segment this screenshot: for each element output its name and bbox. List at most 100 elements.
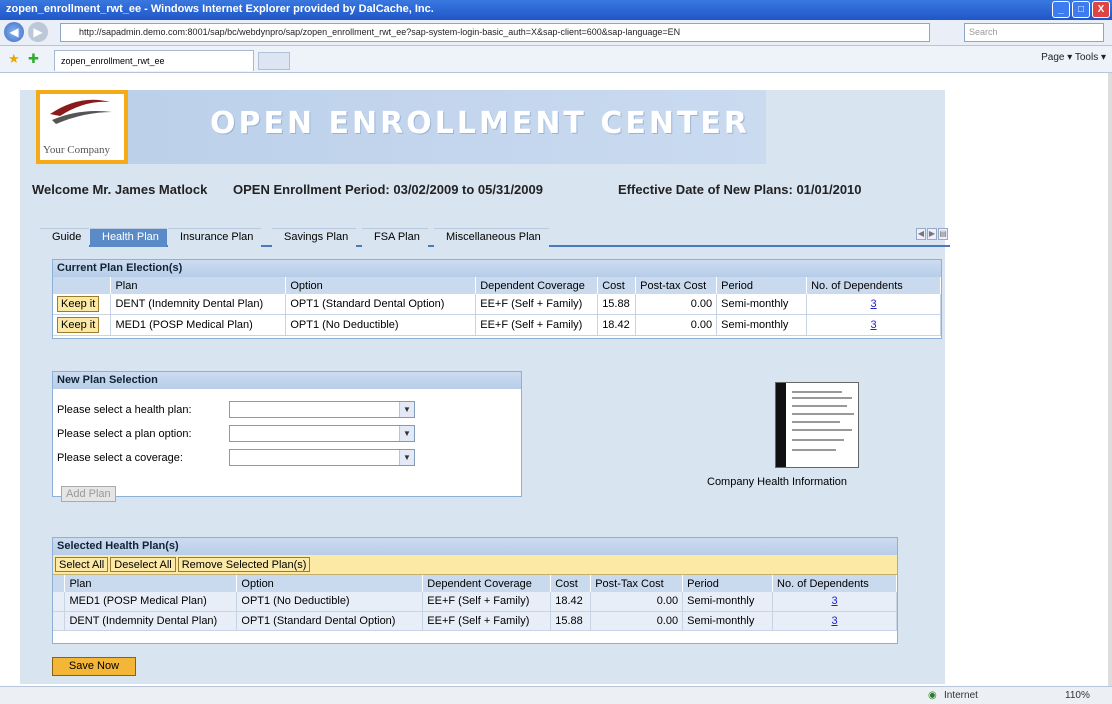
save-now-button[interactable]: Save Now — [52, 657, 136, 676]
cost-cell: 18.42 — [597, 314, 637, 336]
health-plan-dropdown[interactable]: ▼ — [229, 401, 415, 418]
select-all-button[interactable]: Select All — [55, 557, 109, 572]
coverage-cell: EE+F (Self + Family) — [422, 592, 552, 612]
table-row[interactable]: MED1 (POSP Medical Plan) OPT1 (No Deduct… — [53, 592, 897, 612]
option-cell: OPT1 (No Deductible) — [285, 314, 477, 336]
banner: OPEN ENROLLMENT CENTER — [128, 90, 766, 164]
dependents-link[interactable]: 3 — [806, 314, 941, 336]
row-selector[interactable] — [53, 592, 66, 612]
plan-cell: MED1 (POSP Medical Plan) — [110, 314, 287, 336]
vertical-scrollbar[interactable] — [1108, 73, 1112, 686]
col-dependent-coverage: Dependent Coverage — [475, 277, 599, 294]
current-plan-panel: Current Plan Election(s) Plan Option Dep… — [52, 259, 942, 339]
keep-it-button[interactable]: Keep it — [57, 296, 100, 312]
option-cell: OPT1 (Standard Dental Option) — [236, 611, 424, 631]
chevron-down-icon[interactable]: ▼ — [399, 426, 414, 441]
tab-insurance-plan[interactable]: Insurance Plan — [168, 228, 262, 247]
table-row: Keep it MED1 (POSP Medical Plan) OPT1 (N… — [53, 314, 941, 336]
dependents-link[interactable]: 3 — [806, 294, 941, 315]
deselect-all-button[interactable]: Deselect All — [110, 557, 176, 572]
selected-plans-title: Selected Health Plan(s) — [53, 538, 897, 555]
selected-plans-table: Plan Option Dependent Coverage Cost Post… — [53, 575, 897, 631]
col-option: Option — [285, 277, 477, 294]
effective-date: Effective Date of New Plans: 01/01/2010 — [618, 182, 862, 197]
table-row[interactable]: DENT (Indemnity Dental Plan) OPT1 (Stand… — [53, 611, 897, 631]
welcome-text: Welcome Mr. James Matlock — [32, 182, 208, 197]
plan-cell: MED1 (POSP Medical Plan) — [64, 592, 238, 612]
remove-selected-button[interactable]: Remove Selected Plan(s) — [177, 557, 311, 572]
forward-icon[interactable]: ▶ — [28, 22, 48, 42]
url-input[interactable]: http://sapadmin.demo.com:8001/sap/bc/web… — [60, 23, 930, 42]
current-plan-table: Plan Option Dependent Coverage Cost Post… — [53, 277, 941, 336]
browser-tab[interactable]: zopen_enrollment_rwt_ee — [54, 50, 254, 71]
coverage-dropdown[interactable]: ▼ — [229, 449, 415, 466]
browser-tabbar: ★ ✚ zopen_enrollment_rwt_ee Page ▾ Tools… — [0, 46, 1112, 73]
plan-option-dropdown[interactable]: ▼ — [229, 425, 415, 442]
coverage-cell: EE+F (Self + Family) — [422, 611, 552, 631]
company-health-document-icon[interactable] — [775, 382, 859, 468]
maximize-button[interactable]: □ — [1072, 1, 1090, 18]
zone-label: Internet — [944, 690, 978, 701]
back-icon[interactable]: ◀ — [4, 22, 24, 42]
tab-list-icon[interactable]: ▤ — [938, 228, 948, 240]
command-bar[interactable]: Page ▾ Tools ▾ — [1041, 52, 1106, 63]
favorites-star-icon[interactable]: ★ — [8, 51, 20, 67]
window-title: zopen_enrollment_rwt_ee - Windows Intern… — [6, 3, 434, 15]
period-cell: Semi-monthly — [682, 592, 774, 612]
company-logo: Your Company — [36, 90, 128, 164]
col-post-tax-cost: Post-tax Cost — [635, 277, 718, 294]
chevron-down-icon[interactable]: ▼ — [399, 450, 414, 465]
minimize-button[interactable]: _ — [1052, 1, 1070, 18]
selection-toolbar: Select All Deselect All Remove Selected … — [53, 555, 897, 575]
post-tax-cell: 0.00 — [635, 314, 718, 336]
plan-cell: DENT (Indemnity Dental Plan) — [110, 294, 287, 315]
period-cell: Semi-monthly — [716, 314, 808, 336]
col-period: Period — [682, 575, 774, 592]
banner-title: OPEN ENROLLMENT CENTER — [210, 106, 751, 141]
option-cell: OPT1 (Standard Dental Option) — [285, 294, 477, 315]
coverage-cell: EE+F (Self + Family) — [475, 294, 599, 315]
add-plan-button[interactable]: Add Plan — [61, 486, 116, 502]
col-plan: Plan — [64, 575, 238, 592]
tab-savings-plan[interactable]: Savings Plan — [272, 228, 357, 247]
col-cost: Cost — [550, 575, 592, 592]
tab-guide[interactable]: Guide — [40, 228, 90, 247]
new-plan-panel: New Plan Selection Please select a healt… — [52, 371, 522, 502]
enrollment-period: OPEN Enrollment Period: 03/02/2009 to 05… — [233, 182, 543, 197]
new-plan-title: New Plan Selection — [53, 372, 521, 389]
selected-plans-panel: Selected Health Plan(s) Select All Desel… — [52, 537, 898, 644]
zoom-level[interactable]: 110% — [1065, 690, 1090, 701]
coverage-label: Please select a coverage: — [57, 452, 183, 464]
health-plan-label: Please select a health plan: — [57, 404, 192, 416]
option-cell: OPT1 (No Deductible) — [236, 592, 424, 612]
address-bar: ◀ ▶ http://sapadmin.demo.com:8001/sap/bc… — [0, 20, 1112, 46]
plan-tabstrip: Guide Health Plan Insurance Plan Savings… — [40, 225, 950, 247]
post-tax-cell: 0.00 — [590, 611, 684, 631]
row-selector[interactable] — [53, 611, 66, 631]
col-dependents: No. of Dependents — [806, 277, 941, 294]
tab-miscellaneous-plan[interactable]: Miscellaneous Plan — [434, 228, 549, 247]
tab-health-plan[interactable]: Health Plan — [90, 228, 167, 247]
plan-cell: DENT (Indemnity Dental Plan) — [64, 611, 238, 631]
dependents-link[interactable]: 3 — [772, 611, 897, 631]
col-option: Option — [236, 575, 424, 592]
coverage-cell: EE+F (Self + Family) — [475, 314, 599, 336]
col-cost: Cost — [597, 277, 637, 294]
close-button[interactable]: X — [1092, 1, 1110, 18]
current-plan-title: Current Plan Election(s) — [53, 260, 941, 277]
col-dependents: No. of Dependents — [772, 575, 897, 592]
add-favorites-icon[interactable]: ✚ — [28, 51, 39, 67]
scroll-right-icon[interactable]: ▶ — [927, 228, 937, 240]
chevron-down-icon[interactable]: ▼ — [399, 402, 414, 417]
keep-it-button[interactable]: Keep it — [57, 317, 100, 333]
cost-cell: 15.88 — [597, 294, 637, 315]
company-health-info-label[interactable]: Company Health Information — [707, 476, 847, 488]
new-tab-button[interactable] — [258, 52, 290, 70]
search-input[interactable]: Search — [964, 23, 1104, 42]
scroll-left-icon[interactable]: ◀ — [916, 228, 926, 240]
col-dependent-coverage: Dependent Coverage — [422, 575, 552, 592]
dependents-link[interactable]: 3 — [772, 592, 897, 612]
tab-fsa-plan[interactable]: FSA Plan — [362, 228, 428, 247]
enrollment-page: Your Company OPEN ENROLLMENT CENTER Welc… — [20, 90, 950, 684]
window-titlebar: zopen_enrollment_rwt_ee - Windows Intern… — [0, 0, 1112, 20]
